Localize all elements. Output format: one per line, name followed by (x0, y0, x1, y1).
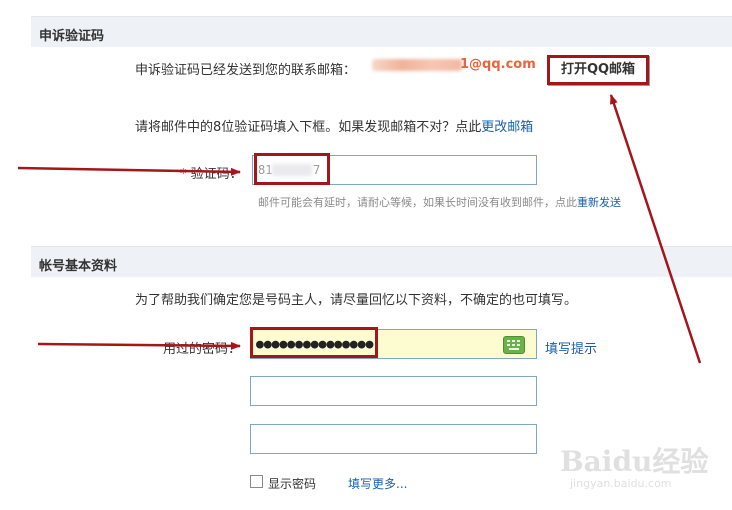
arrow-to-password-input (37, 341, 241, 350)
arrow-to-open-mail-button (609, 94, 702, 364)
arrow-to-code-input (17, 166, 241, 176)
annotation-arrows (17, 94, 702, 364)
